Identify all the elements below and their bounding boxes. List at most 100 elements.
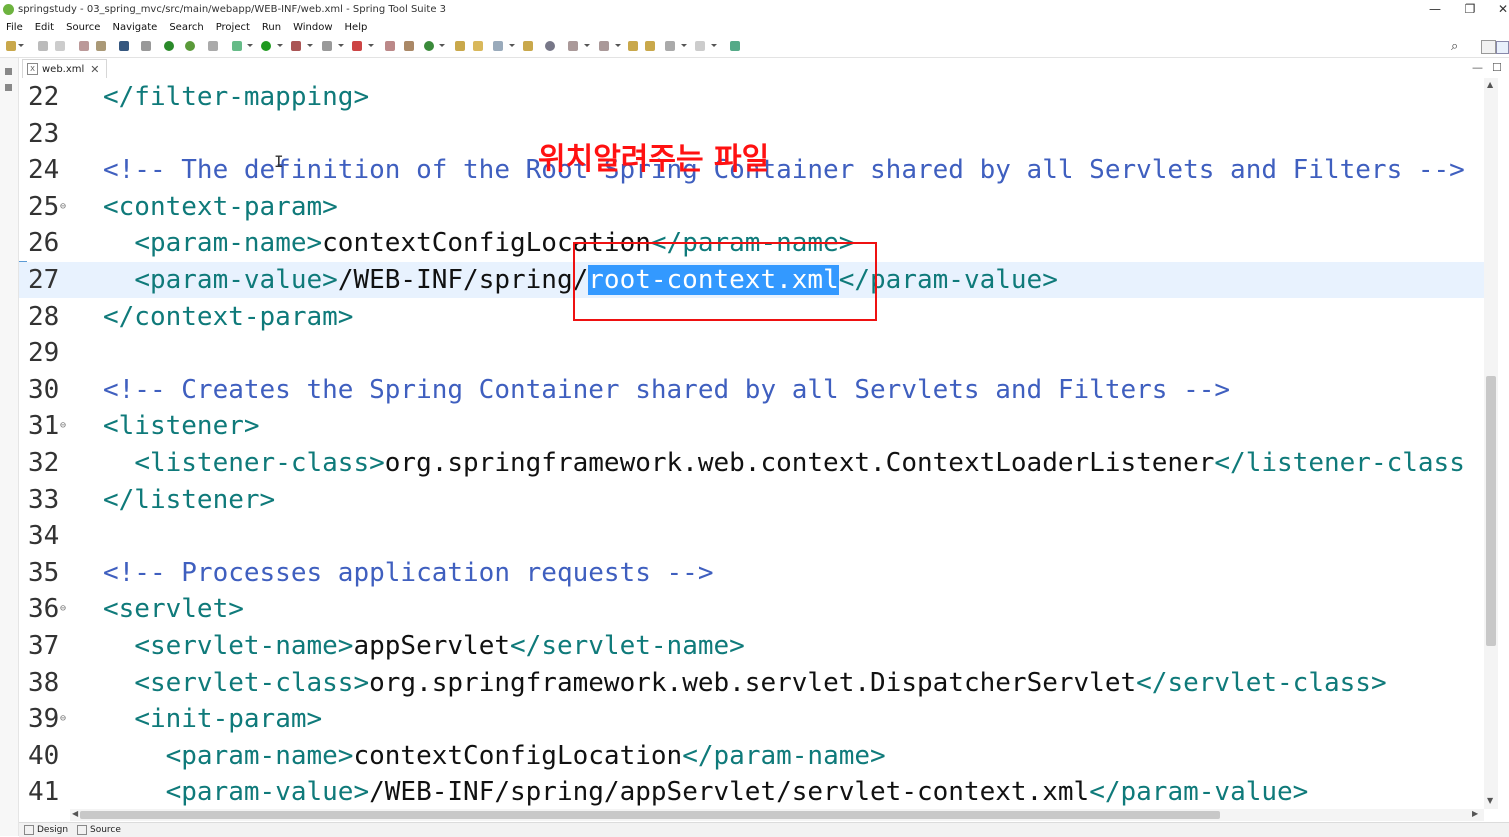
prev-annotation-icon[interactable]: [599, 41, 609, 51]
fold-toggle-icon[interactable]: ⊖: [60, 701, 66, 737]
editor-tab-web-xml[interactable]: X web.xml ✕: [22, 59, 107, 80]
last-edit-icon[interactable]: [628, 41, 638, 51]
restore-button[interactable]: ❐: [1460, 2, 1480, 16]
chevron-down-icon[interactable]: [18, 44, 24, 47]
code-line[interactable]: 31 ⊖ <listener>: [19, 408, 1484, 444]
chevron-down-icon[interactable]: [307, 44, 313, 47]
restore-view-icon[interactable]: [5, 68, 12, 75]
scroll-right-icon[interactable]: ▶: [1472, 809, 1478, 818]
menu-source[interactable]: Source: [60, 20, 106, 36]
horizontal-scroll-thumb[interactable]: [80, 811, 1220, 819]
code-text: <servlet-class>org.springframework.web.s…: [103, 665, 1386, 701]
menu-search[interactable]: Search: [163, 20, 209, 36]
save-icon[interactable]: [38, 41, 48, 51]
horizontal-scrollbar[interactable]: ◀ ▶: [70, 809, 1484, 821]
chevron-down-icon[interactable]: [439, 44, 445, 47]
package-explorer-icon[interactable]: [5, 84, 12, 91]
new-icon[interactable]: [6, 41, 16, 51]
chevron-down-icon[interactable]: [711, 44, 717, 47]
xml-text: [103, 631, 134, 661]
chevron-down-icon[interactable]: [584, 44, 590, 47]
server-start-icon[interactable]: [164, 41, 174, 51]
menu-help[interactable]: Help: [339, 20, 374, 36]
globe-icon[interactable]: [545, 41, 555, 51]
new-package-icon[interactable]: [404, 41, 414, 51]
code-line[interactable]: 25 ⊖ <context-param>: [19, 189, 1484, 225]
code-line[interactable]: 22 </filter-mapping>: [19, 79, 1484, 115]
search-icon[interactable]: ⌕: [1451, 39, 1458, 54]
code-line[interactable]: 33 </listener>: [19, 482, 1484, 518]
chevron-down-icon[interactable]: [247, 44, 253, 47]
code-line[interactable]: 34: [19, 518, 1484, 554]
code-line[interactable]: 38 <servlet-class>org.springframework.we…: [19, 665, 1484, 701]
open-perspective-icon[interactable]: [1481, 40, 1496, 54]
forward-icon[interactable]: [695, 41, 705, 51]
code-line[interactable]: 32 <listener-class>org.springframework.w…: [19, 445, 1484, 481]
line-number: 30: [28, 374, 60, 405]
vertical-scroll-thumb[interactable]: [1486, 376, 1496, 646]
debug-icon[interactable]: [232, 41, 242, 51]
minimize-button[interactable]: —: [1425, 2, 1445, 16]
run-icon[interactable]: [261, 41, 271, 51]
scroll-down-icon[interactable]: ▼: [1487, 796, 1493, 805]
fold-toggle-icon[interactable]: ⊖: [60, 189, 66, 225]
code-line[interactable]: 37 <servlet-name>appServlet</servlet-nam…: [19, 628, 1484, 664]
chevron-down-icon[interactable]: [509, 44, 515, 47]
line-number: 29: [28, 338, 60, 369]
code-line[interactable]: 36 ⊖ <servlet>: [19, 591, 1484, 627]
menu-edit[interactable]: Edit: [29, 20, 60, 36]
close-window-button[interactable]: ✕: [1493, 2, 1509, 16]
code-line[interactable]: 41 <param-value>/WEB-INF/spring/appServl…: [19, 774, 1484, 810]
stop-icon[interactable]: [322, 41, 332, 51]
close-tab-icon[interactable]: ✕: [90, 63, 99, 76]
vertical-scrollbar[interactable]: ▲ ▼: [1484, 78, 1498, 809]
pin-icon[interactable]: [645, 41, 655, 51]
deploy-icon[interactable]: [208, 41, 218, 51]
chevron-down-icon[interactable]: [277, 44, 283, 47]
scroll-left-icon[interactable]: ◀: [72, 809, 78, 818]
scroll-up-icon[interactable]: ▲: [1487, 80, 1493, 89]
xml-text: [103, 228, 134, 258]
menu-run[interactable]: Run: [256, 20, 287, 36]
xml-source-editor[interactable]: 22 </filter-mapping> 23 24 <!-- The definiti…: [19, 78, 1484, 809]
print-icon[interactable]: [79, 41, 89, 51]
tab-design[interactable]: Design: [24, 824, 68, 836]
menu-window[interactable]: Window: [287, 20, 338, 36]
menu-project[interactable]: Project: [210, 20, 256, 36]
search-tool-icon[interactable]: [493, 41, 503, 51]
fold-toggle-icon[interactable]: ⊖: [60, 408, 66, 444]
fold-toggle-icon[interactable]: ⊖: [60, 591, 66, 627]
coverage-icon[interactable]: [291, 41, 301, 51]
code-line[interactable]: 29: [19, 335, 1484, 371]
open-task-icon[interactable]: [473, 41, 483, 51]
chevron-down-icon[interactable]: [368, 44, 374, 47]
code-line[interactable]: 35 <!-- Processes application requests --…: [19, 555, 1484, 591]
skip-breakpoints-icon[interactable]: [141, 41, 151, 51]
maximize-editor-icon[interactable]: ☐: [1492, 61, 1502, 74]
refresh-icon[interactable]: [185, 41, 195, 51]
open-perspective-icon[interactable]: [730, 41, 740, 51]
external-tools-icon[interactable]: [352, 41, 362, 51]
chevron-down-icon[interactable]: [338, 44, 344, 47]
open-type-icon[interactable]: [96, 41, 106, 51]
chevron-down-icon[interactable]: [681, 44, 687, 47]
terminal-icon[interactable]: [119, 41, 129, 51]
tab-source[interactable]: Source: [77, 824, 121, 836]
open-folder-icon[interactable]: [455, 41, 465, 51]
menu-navigate[interactable]: Navigate: [106, 20, 163, 36]
code-text: <!-- The definition of the Root Spring C…: [103, 152, 1465, 188]
back-icon[interactable]: [665, 41, 675, 51]
java-ee-perspective-icon[interactable]: [1496, 41, 1509, 54]
annotation-icon[interactable]: [523, 41, 533, 51]
code-line[interactable]: 39 ⊖ <init-param>: [19, 701, 1484, 737]
next-annotation-icon[interactable]: [568, 41, 578, 51]
minimize-editor-icon[interactable]: —: [1472, 61, 1483, 74]
save-all-icon[interactable]: [55, 41, 65, 51]
chevron-down-icon[interactable]: [615, 44, 621, 47]
code-line[interactable]: 30 <!-- Creates the Spring Container shar…: [19, 372, 1484, 408]
xml-tag: </param-name>: [682, 740, 886, 771]
new-server-icon[interactable]: [385, 41, 395, 51]
new-class-icon[interactable]: [424, 41, 434, 51]
code-line[interactable]: 40 <param-name>contextConfigLocation</pa…: [19, 738, 1484, 774]
menu-file[interactable]: File: [0, 20, 29, 36]
